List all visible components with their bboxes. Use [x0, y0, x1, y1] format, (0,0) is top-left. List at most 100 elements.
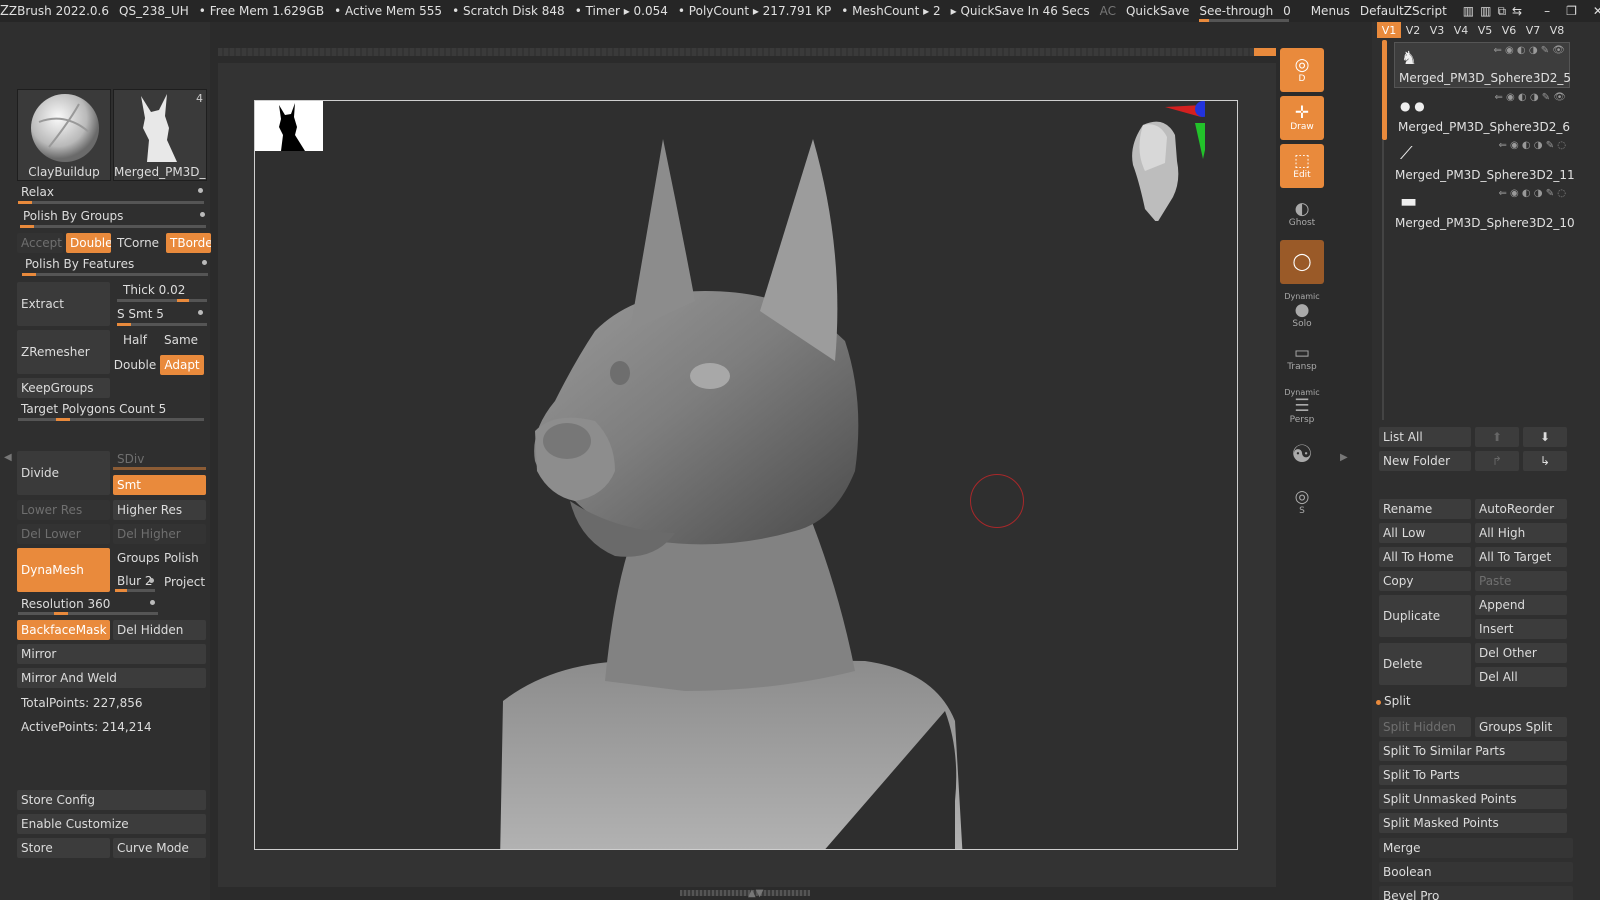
duplicate-button[interactable]: Duplicate [1379, 595, 1471, 637]
split-masked-points-button[interactable]: Split Masked Points [1379, 813, 1567, 833]
del-other-button[interactable]: Del Other [1475, 643, 1567, 663]
paste-button[interactable]: Paste [1475, 571, 1567, 591]
resolution-slider[interactable] [18, 612, 158, 615]
merge-section-header[interactable]: Merge [1379, 838, 1573, 858]
backfacemask-button[interactable]: BackfaceMask [17, 620, 110, 640]
all-low-button[interactable]: All Low [1379, 523, 1471, 543]
enable-customize-button[interactable]: Enable Customize [17, 814, 206, 834]
yin-yang-button[interactable]: ☯ [1280, 432, 1324, 476]
blur-slider[interactable] [115, 589, 155, 592]
subtool-scrollbar[interactable] [1382, 40, 1387, 140]
all-to-home-button[interactable]: All To Home [1379, 547, 1471, 567]
del-higher-button[interactable]: Del Higher [113, 524, 206, 544]
target-polygons-slider[interactable] [18, 418, 204, 421]
move-up-icon[interactable]: ⬆ [1475, 427, 1519, 447]
del-hidden-button[interactable]: Del Hidden [113, 620, 206, 640]
tab-v5[interactable]: V5 [1473, 22, 1497, 38]
see-through-slider[interactable]: See-through 0 [1199, 4, 1291, 22]
double-remesh-button[interactable]: Double [113, 355, 157, 375]
subtool-item[interactable]: ● ● ⇐ ◉ ◐ ◑ ✎ 👁 Merged_PM3D_Sphere3D2_6 [1394, 90, 1570, 136]
matcap-button[interactable]: ◯ [1280, 240, 1324, 284]
tab-v1[interactable]: V1 [1377, 22, 1401, 38]
ghost-button[interactable]: ◐ Ghost [1280, 192, 1324, 236]
split-section-header[interactable]: Split [1384, 694, 1411, 708]
relax-dot[interactable] [198, 188, 203, 193]
smt-button[interactable]: Smt [113, 475, 206, 495]
layout-icon-2[interactable]: ▥ [1480, 4, 1491, 19]
append-button[interactable]: Append [1475, 595, 1567, 615]
persp-button[interactable]: Dynamic ☰ Persp [1280, 384, 1324, 428]
all-to-target-button[interactable]: All To Target [1475, 547, 1567, 567]
move-down-icon[interactable]: ⬇ [1523, 427, 1567, 447]
ac-toggle[interactable]: AC [1100, 4, 1116, 18]
delete-button[interactable]: Delete [1379, 643, 1471, 685]
store-config-button[interactable]: Store Config [17, 790, 206, 810]
menus-button[interactable]: Menus [1311, 4, 1350, 18]
y-axis-icon[interactable] [1195, 123, 1205, 159]
new-folder-button[interactable]: New Folder [1379, 451, 1471, 471]
arrow-right-up-icon[interactable]: ↱ [1475, 451, 1519, 471]
edit-button[interactable]: ⬚ Edit [1280, 144, 1324, 188]
default-zscript-button[interactable]: DefaultZScript [1360, 4, 1447, 18]
half-button[interactable]: Half [113, 330, 157, 350]
right-tray-collapse-icon[interactable]: ▶ [1340, 452, 1348, 463]
bevel-pro-section-header[interactable]: Bevel Pro [1379, 886, 1573, 900]
dynamesh-button[interactable]: DynaMesh [17, 548, 110, 592]
mirror-and-weld-button[interactable]: Mirror And Weld [17, 668, 206, 688]
solo-button[interactable]: Dynamic ● Solo [1280, 288, 1324, 332]
ssmt-slider[interactable] [117, 323, 207, 326]
left-tray-collapse-icon[interactable]: ◀ [4, 452, 12, 463]
double-button[interactable]: Double [66, 233, 111, 253]
subtool-item[interactable]: ⟋ ⇐ ◉ ◐ ◑ ✎ ◌ Merged_PM3D_Sphere3D2_11 [1394, 138, 1575, 184]
document-canvas[interactable] [254, 100, 1238, 850]
subtool-toggles[interactable]: ⇐ ◉ ◐ ◑ ✎ 👁 [1493, 45, 1565, 56]
tab-v8[interactable]: V8 [1545, 22, 1569, 38]
d-ring-button[interactable]: ◎ D [1280, 48, 1324, 92]
resolution-dot[interactable] [150, 600, 155, 605]
autoreorder-button[interactable]: AutoReorder [1475, 499, 1567, 519]
del-lower-button[interactable]: Del Lower [17, 524, 110, 544]
rename-button[interactable]: Rename [1379, 499, 1471, 519]
accept-button[interactable]: Accept [17, 233, 63, 253]
split-to-similar-parts-button[interactable]: Split To Similar Parts [1379, 741, 1567, 761]
polish-button[interactable]: Polish [160, 548, 206, 568]
same-button[interactable]: Same [159, 330, 203, 350]
draw-button[interactable]: ✛ Draw [1280, 96, 1324, 140]
tborder-button[interactable]: TBorde [166, 233, 211, 253]
quicksave-button[interactable]: QuickSave [1126, 4, 1189, 18]
polish-by-features-slider[interactable] [22, 273, 208, 276]
polish-by-features-dot[interactable] [202, 260, 207, 265]
subtool-item[interactable]: ▬ ⇐ ◉ ◐ ◑ ✎ ◌ Merged_PM3D_Sphere3D2_10 [1394, 186, 1575, 232]
brush-thumbnail[interactable]: ClayBuildup [17, 89, 111, 181]
s-ring-button[interactable]: ◎ S [1280, 480, 1324, 524]
tab-v4[interactable]: V4 [1449, 22, 1473, 38]
project-button[interactable]: Project [160, 572, 206, 592]
store-button[interactable]: Store [17, 838, 110, 858]
bottom-tray-toggle-icon[interactable]: ▲▼ [748, 888, 763, 899]
boolean-section-header[interactable]: Boolean [1379, 862, 1573, 882]
navigation-gizmo[interactable] [1115, 101, 1205, 221]
subtool-scroll-track[interactable] [1382, 140, 1384, 420]
polish-by-groups-slider[interactable] [20, 225, 206, 228]
subtool-toggles[interactable]: ⇐ ◉ ◐ ◑ ✎ ◌ [1498, 188, 1566, 199]
transp-button[interactable]: ▭ Transp [1280, 336, 1324, 380]
zremesher-button[interactable]: ZRemesher [17, 330, 110, 374]
del-all-button[interactable]: Del All [1475, 667, 1567, 687]
subtool-toggles[interactable]: ⇐ ◉ ◐ ◑ ✎ ◌ [1498, 140, 1566, 151]
tool-thumbnail[interactable]: 4 Merged_PM3D_S [113, 89, 207, 181]
tab-v7[interactable]: V7 [1521, 22, 1545, 38]
copy-button[interactable]: Copy [1379, 571, 1471, 591]
tab-v6[interactable]: V6 [1497, 22, 1521, 38]
mirror-button[interactable]: Mirror [17, 644, 206, 664]
adapt-button[interactable]: Adapt [160, 355, 204, 375]
restore-icon[interactable]: ❐ [1566, 4, 1577, 19]
tab-v3[interactable]: V3 [1425, 22, 1449, 38]
tab-v2[interactable]: V2 [1401, 22, 1425, 38]
top-scroll-strip[interactable] [218, 48, 1258, 56]
bottom-scroll-strip[interactable] [680, 890, 810, 896]
groups-button[interactable]: Groups [113, 548, 159, 568]
minimize-icon[interactable]: – [1544, 4, 1550, 19]
layout-icon-1[interactable]: ▥ [1463, 4, 1474, 19]
lower-res-button[interactable]: Lower Res [17, 500, 110, 520]
split-unmasked-points-button[interactable]: Split Unmasked Points [1379, 789, 1567, 809]
